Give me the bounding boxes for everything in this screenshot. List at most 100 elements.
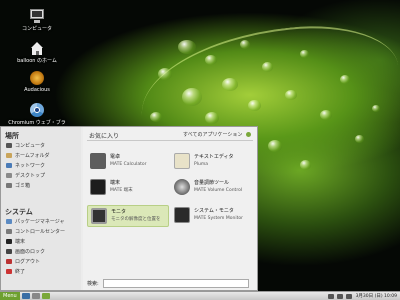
system-item-label: ログアウト — [15, 258, 41, 265]
water-drop — [150, 112, 162, 122]
folder-icon — [6, 152, 12, 158]
water-drop — [222, 78, 238, 91]
clock[interactable]: 3月30日 (日) 10:09 — [356, 293, 397, 299]
system-item-label: パッケージマネージャ — [15, 218, 65, 225]
places-section-title: 場所 — [5, 132, 19, 140]
desktop-icon-computer[interactable]: コンピュータ — [8, 8, 66, 32]
computer-icon — [29, 8, 45, 24]
water-drop — [300, 160, 311, 170]
bottom-panel: Menu 3月30日 (日) 10:09 — [0, 291, 400, 300]
app-desc: MATE Calculator — [110, 162, 147, 167]
home-folder-icon — [29, 40, 45, 56]
water-drop — [248, 100, 261, 111]
app-name: 音量調節ツール — [194, 180, 230, 186]
water-drop — [182, 88, 202, 106]
app-name: システム・モニタ — [194, 208, 234, 214]
all-applications-label: すべてのアプリケーション — [183, 132, 243, 138]
desktop-icon-audacious[interactable]: Audacious — [8, 70, 66, 93]
terminal-icon — [90, 179, 106, 195]
arrow-icon — [246, 132, 252, 137]
separator — [87, 140, 253, 141]
search-bar: 検索: — [87, 279, 249, 288]
water-drop — [158, 68, 172, 80]
network-icon — [6, 162, 12, 168]
water-drop — [372, 105, 380, 112]
calculator-icon — [90, 153, 106, 169]
water-drop — [268, 140, 282, 152]
menu-button-label: Menu — [3, 293, 17, 299]
water-drop — [240, 40, 250, 49]
app-terminal[interactable]: 端末 MATE 端末 — [87, 177, 167, 197]
trash-icon — [6, 182, 12, 188]
places-item-home[interactable]: ホームフォルダ — [6, 151, 50, 159]
logout-icon — [6, 258, 12, 264]
desktop-icon-label: Chromium ウェブ・ブラ — [8, 120, 66, 126]
desktop-icon-label: コンピュータ — [21, 26, 52, 32]
system-item-logout[interactable]: ログアウト — [6, 257, 40, 265]
terminal-icon — [6, 238, 12, 244]
power-icon — [6, 268, 12, 274]
water-drop — [178, 40, 196, 54]
system-item-label: 画面のロック — [15, 248, 46, 255]
places-item-trash[interactable]: ゴミ箱 — [6, 181, 30, 189]
water-drop — [205, 55, 217, 65]
network-icon[interactable] — [327, 293, 334, 299]
menu-button[interactable]: Menu — [0, 292, 20, 300]
app-desc: MATE Volume Control — [194, 188, 243, 193]
system-item-label: 終了 — [15, 268, 26, 275]
places-item-label: デスクトップ — [15, 172, 46, 179]
places-item-label: ネットワーク — [15, 162, 46, 169]
app-name: 電卓 — [110, 154, 121, 160]
volume-icon[interactable] — [336, 293, 343, 299]
places-item-label: コンピュータ — [15, 142, 46, 149]
places-item-network[interactable]: ネットワーク — [6, 161, 45, 169]
chromium-icon — [29, 102, 45, 118]
system-item-control-center[interactable]: コントロールセンター — [6, 227, 65, 235]
favorites-title: お気に入り — [89, 133, 120, 140]
desktop-icon-home[interactable]: balloon のホーム — [8, 40, 66, 64]
app-name: モニタ — [111, 209, 127, 215]
system-item-package-manager[interactable]: パッケージマネージャ — [6, 217, 65, 225]
app-text-editor[interactable]: テキストエディタ Pluma — [171, 151, 251, 171]
menu-left-pane: 場所 コンピュータ ホームフォルダ ネットワーク デスクトップ ゴミ箱 システム… — [1, 127, 81, 290]
control-center-icon — [6, 228, 12, 234]
launcher-icon[interactable] — [41, 293, 50, 299]
app-desc: Pluma — [194, 162, 208, 167]
system-item-label: 端末 — [15, 238, 26, 245]
water-drop — [262, 62, 273, 72]
system-item-lock-screen[interactable]: 画面のロック — [6, 247, 45, 255]
update-icon[interactable] — [345, 293, 352, 299]
search-input[interactable] — [102, 279, 249, 288]
display-icon — [91, 208, 107, 224]
app-calculator[interactable]: 電卓 MATE Calculator — [87, 151, 167, 171]
places-item-label: ホームフォルダ — [15, 152, 50, 159]
search-label: 検索: — [87, 281, 99, 287]
desktop-icon-chromium[interactable]: Chromium ウェブ・ブラ — [8, 102, 66, 126]
water-drop — [285, 90, 297, 100]
menu-right-pane: お気に入り すべてのアプリケーション 電卓 MATE Calculator テキス… — [83, 127, 257, 290]
all-applications-button[interactable]: すべてのアプリケーション — [183, 131, 252, 138]
application-menu: 場所 コンピュータ ホームフォルダ ネットワーク デスクトップ ゴミ箱 システム… — [0, 126, 258, 291]
file-manager-icon[interactable] — [31, 293, 40, 299]
water-drop — [355, 135, 364, 143]
system-item-terminal[interactable]: 端末 — [6, 237, 25, 245]
computer-icon — [6, 142, 12, 148]
lock-icon — [6, 248, 12, 254]
show-desktop-icon[interactable] — [21, 293, 30, 299]
package-icon — [6, 218, 12, 224]
places-item-computer[interactable]: コンピュータ — [6, 141, 45, 149]
app-name: テキストエディタ — [194, 154, 234, 160]
app-system-monitor[interactable]: システム・モニタ MATE System Monitor — [171, 205, 251, 225]
app-volume-control[interactable]: 音量調節ツール MATE Volume Control — [171, 177, 251, 197]
text-editor-icon — [174, 153, 190, 169]
app-display[interactable]: モニタ モニタの解像度と位置を — [87, 205, 169, 227]
places-item-desktop[interactable]: デスクトップ — [6, 171, 45, 179]
audacious-icon — [29, 70, 45, 86]
water-drop — [300, 50, 309, 58]
app-desc: MATE 端末 — [110, 188, 133, 193]
system-item-shutdown[interactable]: 終了 — [6, 267, 25, 275]
desktop-folder-icon — [6, 172, 12, 178]
water-drop — [320, 110, 332, 120]
system-monitor-icon — [174, 207, 190, 223]
system-item-label: コントロールセンター — [15, 228, 66, 235]
